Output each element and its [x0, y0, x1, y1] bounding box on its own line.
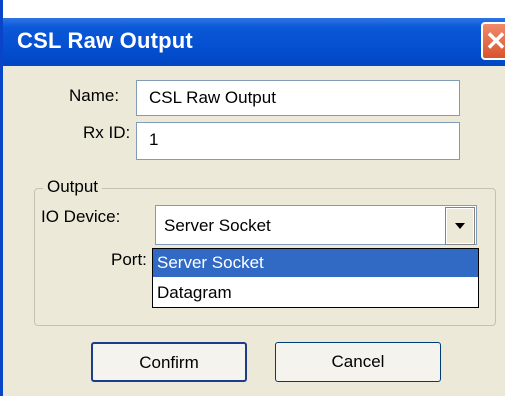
io-device-select[interactable]: Server Socket — [155, 205, 477, 245]
close-button[interactable]: ✕ — [481, 22, 505, 60]
dropdown-option-server-socket[interactable]: Server Socket — [153, 249, 478, 277]
rxid-label: Rx ID: — [83, 123, 131, 142]
name-label: Name: — [69, 86, 120, 105]
dropdown-option-datagram[interactable]: Datagram — [153, 279, 478, 307]
close-icon: ✕ — [485, 26, 505, 56]
io-device-label: IO Device: — [41, 207, 121, 226]
io-device-value: Server Socket — [164, 216, 271, 235]
window-title: CSL Raw Output — [17, 28, 193, 53]
cancel-button[interactable]: Cancel — [275, 342, 441, 382]
chevron-down-icon — [455, 223, 465, 229]
confirm-button[interactable]: Confirm — [91, 342, 247, 382]
window-top-strip — [3, 0, 505, 18]
rxid-input[interactable]: 1 — [136, 122, 460, 160]
output-group-label: Output — [43, 177, 103, 197]
port-label: Port: — [111, 250, 147, 269]
io-device-dropdown-list: Server Socket Datagram — [152, 248, 479, 308]
dialog-window: CSL Raw Output ✕ Name: CSL Raw Output Rx… — [0, 0, 505, 396]
name-input[interactable]: CSL Raw Output — [136, 80, 460, 116]
dropdown-button[interactable] — [445, 207, 475, 245]
